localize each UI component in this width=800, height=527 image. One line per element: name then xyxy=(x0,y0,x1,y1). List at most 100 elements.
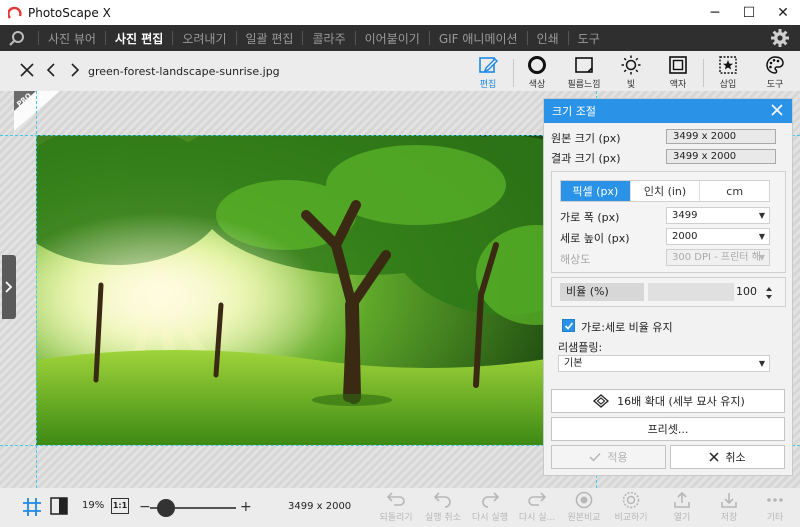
zoom-slider-knob[interactable] xyxy=(157,499,175,517)
redo-all-icon xyxy=(528,492,547,506)
redo-all-label: 다시 실... xyxy=(518,513,556,523)
height-label: 세로 높이 (px) xyxy=(560,232,630,245)
crop-grid-icon[interactable] xyxy=(22,497,42,517)
zoom-in-button[interactable]: + xyxy=(240,499,252,515)
tool-film[interactable]: 필름느낌 xyxy=(563,55,605,90)
dropdown-arrow-icon: ▼ xyxy=(758,211,765,220)
tool-light[interactable]: 빛 xyxy=(610,55,652,90)
resampling-value: 기본 xyxy=(564,358,583,369)
undo-button[interactable]: 실행 취소 xyxy=(418,491,468,523)
pro-badge: PRO xyxy=(14,91,60,131)
more-dots-icon xyxy=(767,498,783,502)
window-controls: ─ ☐ ✕ xyxy=(698,0,800,25)
ratio-slider[interactable] xyxy=(648,283,734,301)
open-button[interactable]: 열기 xyxy=(657,491,707,523)
check-icon xyxy=(589,453,601,462)
unit-tab-cm[interactable]: cm xyxy=(700,181,769,201)
actual-size-button[interactable]: 1:1 xyxy=(111,498,129,514)
tool-tools[interactable]: 도구 xyxy=(754,55,796,90)
checkmark-icon xyxy=(564,321,573,330)
settings-gear-icon[interactable] xyxy=(770,28,790,48)
tool-color[interactable]: 색상 xyxy=(516,55,558,90)
revert-icon xyxy=(386,492,405,506)
revert-label: 되돌리기 xyxy=(379,513,413,523)
width-input[interactable]: 3499 ▼ xyxy=(666,207,770,224)
tab-gif-animation[interactable]: GIF 애니메이션 xyxy=(430,30,527,47)
image-dimensions: 3499 x 2000 xyxy=(288,501,352,512)
tool-insert-label: 삽입 xyxy=(719,80,737,90)
apply-button-label: 적용 xyxy=(607,451,628,464)
keep-ratio-checkbox[interactable] xyxy=(562,319,575,332)
height-input[interactable]: 2000 ▼ xyxy=(666,228,770,245)
size-settings-group: 픽셀 (px) 인치 (in) cm 가로 폭 (px) 3499 ▼ 세로 높… xyxy=(551,171,786,273)
compare-original-label: 원본비교 xyxy=(567,513,601,523)
resolution-select: 300 DPI - 프린터 해 ▼ xyxy=(666,249,770,266)
more-button[interactable]: 기타 xyxy=(750,491,800,523)
save-button[interactable]: 저장 xyxy=(704,491,754,523)
redo-all-button[interactable]: 다시 실... xyxy=(512,491,562,523)
tool-frame[interactable]: 액자 xyxy=(657,55,699,90)
original-size-value: 3499 x 2000 xyxy=(666,129,776,144)
spinner-arrows-icon[interactable] xyxy=(765,286,773,300)
tab-collage[interactable]: 콜라주 xyxy=(303,30,354,47)
close-icon[interactable] xyxy=(770,103,784,117)
toolbar-divider xyxy=(703,59,704,87)
resampling-label: 리샘플링: xyxy=(558,341,603,354)
tab-tools[interactable]: 도구 xyxy=(569,30,609,47)
file-name: green-forest-landscape-sunrise.jpg xyxy=(88,65,280,78)
tab-cut-out[interactable]: 오려내기 xyxy=(173,30,235,47)
tab-print[interactable]: 인쇄 xyxy=(528,30,568,47)
tool-color-label: 색상 xyxy=(528,80,546,90)
compare-button[interactable]: 비교하기 xyxy=(606,491,656,523)
search-icon[interactable] xyxy=(6,27,28,49)
tab-photo-editor[interactable]: 사진 편집 xyxy=(106,30,172,47)
dropdown-arrow-icon: ▼ xyxy=(758,359,765,368)
cancel-button[interactable]: 취소 xyxy=(670,445,785,469)
tool-edit-label: 편집 xyxy=(479,80,497,90)
unit-tab-pixel[interactable]: 픽셀 (px) xyxy=(561,181,631,201)
compare-split-icon[interactable] xyxy=(50,497,68,515)
dropdown-arrow-icon: ▼ xyxy=(758,232,765,241)
panel-title: 크기 조절 xyxy=(552,105,596,118)
maximize-button[interactable]: ☐ xyxy=(732,0,766,25)
redo-button[interactable]: 다시 실행 xyxy=(465,491,515,523)
side-panel-toggle[interactable] xyxy=(2,255,16,319)
app-title: PhotoScape X xyxy=(28,5,111,20)
tab-batch-editor[interactable]: 일괄 편집 xyxy=(237,30,303,47)
width-value: 3499 xyxy=(672,210,698,221)
minimize-button[interactable]: ─ xyxy=(698,0,732,25)
resize-panel: 크기 조절 원본 크기 (px) 3499 x 2000 결과 크기 (px) … xyxy=(543,98,793,476)
color-circle-icon xyxy=(528,56,546,74)
upscale-button[interactable]: 16배 확대 (세부 묘사 유지) xyxy=(551,389,785,413)
editor-toolbar: green-forest-landscape-sunrise.jpg 편집 색상… xyxy=(0,51,800,91)
unit-tab-inch[interactable]: 인치 (in) xyxy=(631,181,701,201)
zoom-out-button[interactable]: − xyxy=(139,499,151,515)
tab-photo-viewer[interactable]: 사진 뷰어 xyxy=(39,30,105,47)
close-window-button[interactable]: ✕ xyxy=(766,0,800,25)
compare-icon xyxy=(622,491,640,509)
next-arrow-icon[interactable] xyxy=(66,61,84,79)
previous-arrow-icon[interactable] xyxy=(42,61,60,79)
ratio-group: 비율 (%) 100 xyxy=(551,277,786,307)
tool-edit[interactable]: 편집 xyxy=(467,55,509,90)
frame-icon xyxy=(669,56,687,74)
apply-button[interactable]: 적용 xyxy=(551,445,666,469)
title-bar: PhotoScape X ─ ☐ ✕ xyxy=(0,0,800,25)
preset-button[interactable]: 프리셋... xyxy=(551,417,785,441)
tool-insert[interactable]: 삽입 xyxy=(707,55,749,90)
redo-icon xyxy=(482,492,500,508)
tab-combine[interactable]: 이어붙이기 xyxy=(356,30,429,47)
upscale-button-label: 16배 확대 (세부 묘사 유지) xyxy=(617,395,745,408)
height-value: 2000 xyxy=(672,231,698,242)
tool-frame-label: 액자 xyxy=(669,80,687,90)
compare-original-button[interactable]: 원본비교 xyxy=(559,491,609,523)
close-file-icon[interactable] xyxy=(18,61,36,79)
panel-header: 크기 조절 xyxy=(544,99,792,123)
width-label: 가로 폭 (px) xyxy=(560,211,620,224)
bottom-bar: 19% 1:1 − + 3499 x 2000 되돌리기 실행 취소 다시 실행… xyxy=(0,488,800,527)
revert-button[interactable]: 되돌리기 xyxy=(371,491,421,523)
resampling-select[interactable]: 기본 ▼ xyxy=(558,355,770,372)
insert-star-icon xyxy=(719,56,737,74)
zoom-percentage[interactable]: 19% xyxy=(82,500,104,511)
toolbar-divider xyxy=(513,59,514,87)
